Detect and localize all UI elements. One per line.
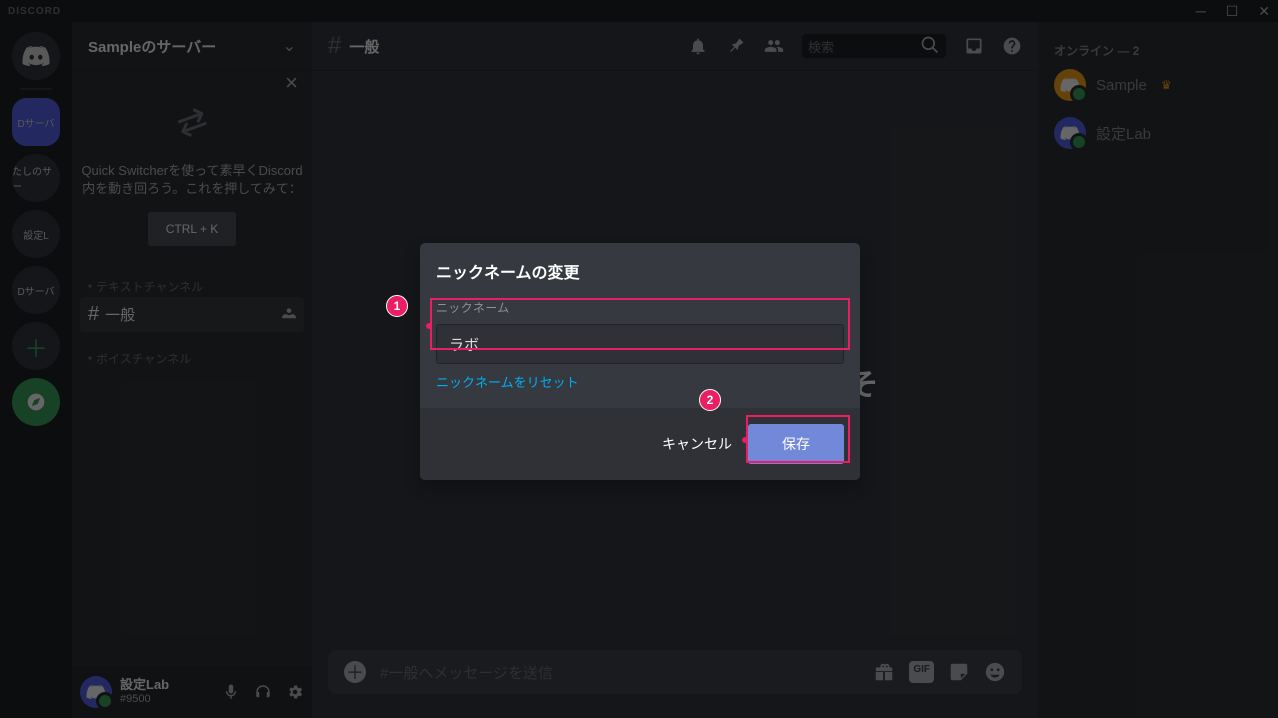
cancel-button[interactable]: キャンセル xyxy=(658,426,736,462)
reset-nickname-link[interactable]: ニックネームをリセット xyxy=(436,372,579,391)
annotation-badge-2: 2 xyxy=(699,389,721,411)
nickname-input[interactable] xyxy=(436,324,844,364)
annotation-badge-1: 1 xyxy=(386,295,408,317)
nickname-modal: ニックネームの変更 ニックネーム ニックネームをリセット キャンセル 保存 1 … xyxy=(420,243,860,480)
save-button[interactable]: 保存 xyxy=(748,424,844,464)
annotation-dot-1 xyxy=(426,323,432,329)
annotation-dot-2 xyxy=(742,437,748,443)
nickname-label: ニックネーム xyxy=(436,299,844,316)
modal-title: ニックネームの変更 xyxy=(436,259,844,283)
